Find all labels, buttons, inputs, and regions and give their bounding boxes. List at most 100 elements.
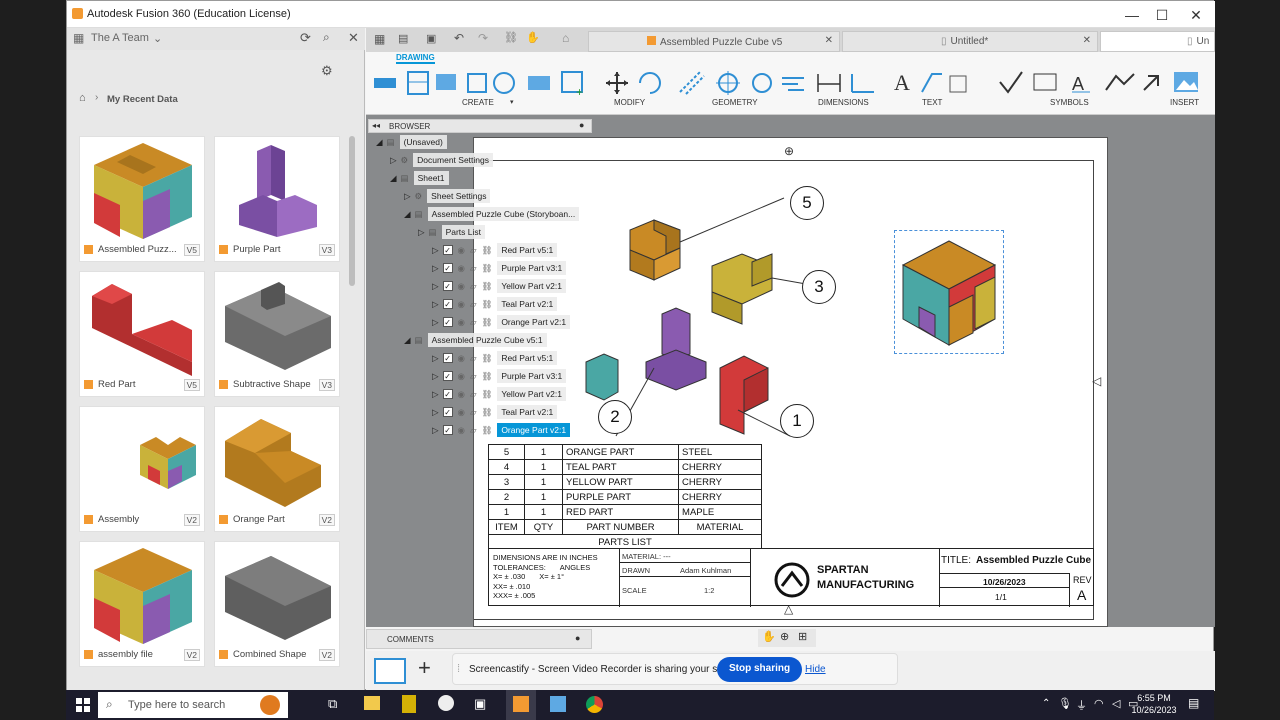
tile-red-part[interactable]: Red Part V5	[79, 271, 205, 397]
balloon-2[interactable]: 2	[598, 400, 632, 434]
eye-icon[interactable]: ◉	[458, 407, 465, 418]
create-tools-icons[interactable]: +	[372, 70, 592, 96]
sheet-thumbnail[interactable]	[374, 658, 406, 684]
windows-start-icon[interactable]	[76, 698, 90, 712]
browser-header[interactable]: ◂◂ BROWSER ●	[368, 119, 592, 133]
expand-triangle-icon[interactable]: ▷	[390, 155, 397, 166]
hand-icon[interactable]: ✋	[526, 31, 540, 44]
grid-icon[interactable]: ▦	[374, 32, 385, 46]
visibility-checkbox[interactable]: ✓	[442, 371, 453, 381]
eye-icon[interactable]: ◉	[458, 317, 465, 328]
expand-triangle-icon[interactable]: ◢	[376, 137, 383, 148]
create-menu[interactable]: CREATE	[462, 98, 494, 107]
geometry-menu[interactable]: GEOMETRY	[712, 98, 758, 107]
eye-icon[interactable]: ◉	[458, 389, 465, 400]
close-icon[interactable]: ✕	[825, 35, 833, 46]
stop-sharing-button[interactable]: Stop sharing	[717, 657, 803, 682]
geometry-icons[interactable]	[678, 70, 808, 96]
visibility-checkbox[interactable]: ✓	[442, 389, 453, 399]
team-selector[interactable]: The A Team	[91, 32, 149, 44]
table-row[interactable]: 3 1 YELLOW PART CHERRY	[488, 474, 762, 490]
close-icon[interactable]: ✕	[1083, 35, 1091, 46]
tile-assembly[interactable]: Assembly V2	[79, 406, 205, 532]
visibility-checkbox[interactable]: ✓	[442, 263, 453, 273]
eye-icon[interactable]: ◉	[458, 425, 465, 436]
eye-icon[interactable]: ◉	[458, 299, 465, 310]
visibility-checkbox[interactable]: ✓	[442, 245, 453, 255]
visibility-checkbox[interactable]: ✓	[442, 281, 453, 291]
search-icon[interactable]: ⌕	[323, 30, 330, 45]
refresh-icon[interactable]: ⟳	[300, 30, 311, 46]
breadcrumb[interactable]: My Recent Data	[107, 94, 178, 105]
workspace-tab-drawing[interactable]: DRAWING	[396, 53, 435, 64]
add-sheet-button[interactable]: +	[418, 655, 431, 681]
text-menu[interactable]: TEXT	[922, 98, 942, 107]
drawing-canvas[interactable]: ⊕ ◁ △ 5 3 2 1 5 1 ORANGE PART STEEL 4 1 …	[366, 115, 1215, 647]
tray-chevron-icon[interactable]: ⌃	[1042, 698, 1050, 709]
version-badge[interactable]: V5	[183, 379, 200, 391]
photos-icon[interactable]	[550, 696, 566, 712]
file-explorer-icon[interactable]	[364, 696, 380, 710]
expand-triangle-icon[interactable]: ▷	[432, 299, 439, 310]
expand-triangle-icon[interactable]: ▷	[432, 353, 439, 364]
visibility-checkbox[interactable]: ✓	[442, 299, 453, 309]
visibility-checkbox[interactable]: ✓	[442, 353, 453, 363]
eye-icon[interactable]: ◉	[458, 371, 465, 382]
expand-triangle-icon[interactable]: ▷	[432, 245, 439, 256]
undo-icon[interactable]: ↶	[454, 31, 464, 45]
taskbar-search[interactable]: ⌕ Type here to search	[98, 692, 288, 718]
tile-assembled-puzzle-cube[interactable]: Assembled Puzz... V5	[79, 136, 205, 262]
version-badge[interactable]: V5	[183, 244, 200, 256]
eye-icon[interactable]: ◉	[458, 281, 465, 292]
clock[interactable]: 6:55 PM 10/26/2023	[1128, 692, 1180, 716]
expand-triangle-icon[interactable]: ▷	[432, 371, 439, 382]
maximize-button[interactable]: ☐	[1149, 5, 1175, 25]
tile-assembly-file[interactable]: assembly file V2	[79, 541, 205, 667]
balloon-3[interactable]: 3	[802, 270, 836, 304]
parts-list-table[interactable]: 5 1 ORANGE PART STEEL 4 1 TEAL PART CHERRY 31Y…	[488, 444, 762, 550]
zoom-icon[interactable]: ⊕	[780, 630, 789, 643]
fusion-taskbar-button[interactable]	[506, 690, 536, 720]
image-icon[interactable]	[1172, 68, 1200, 96]
expand-triangle-icon[interactable]: ▷	[432, 425, 439, 436]
redo-icon[interactable]: ↷	[478, 31, 488, 45]
version-badge[interactable]: V2	[318, 514, 335, 526]
chevron-down-icon[interactable]: ⌄	[153, 32, 162, 45]
save-icon[interactable]: ▣	[426, 32, 436, 45]
browser-row[interactable]: ▷ ✓ ◉ ▱ ⛓ Orange Part v2:1	[432, 423, 571, 443]
insert-menu[interactable]: INSERT	[1170, 98, 1199, 107]
app-pro-icon[interactable]	[402, 695, 416, 713]
drag-handle-icon[interactable]: ⁞	[457, 663, 460, 675]
balloon-5[interactable]: 5	[790, 186, 824, 220]
expand-triangle-icon[interactable]: ▷	[432, 281, 439, 292]
link-icon[interactable]: ⛓	[504, 31, 518, 44]
app-icon[interactable]	[438, 695, 454, 711]
table-row[interactable]: 2 1 PURPLE PART CHERRY	[488, 489, 762, 505]
text-icons[interactable]: A	[892, 68, 972, 96]
cube-base-view[interactable]	[894, 230, 1004, 354]
volume-icon[interactable]: ◁	[1112, 697, 1120, 710]
fit-icon[interactable]: ⊞	[798, 630, 807, 643]
scrollbar[interactable]	[349, 136, 355, 286]
symbols-menu[interactable]: SYMBOLS	[1050, 98, 1089, 107]
browser-row[interactable]: ▷ ▤ Parts List	[418, 225, 486, 245]
version-badge[interactable]: V2	[183, 649, 200, 661]
chrome-icon[interactable]	[586, 696, 603, 713]
expand-triangle-icon[interactable]: ▷	[418, 227, 425, 238]
version-badge[interactable]: V3	[318, 244, 335, 256]
tile-subtractive-shape[interactable]: Subtractive Shape V3	[214, 271, 340, 397]
table-row[interactable]: 5 1 ORANGE PART STEEL	[488, 444, 762, 460]
visibility-checkbox[interactable]: ✓	[442, 407, 453, 417]
title-block[interactable]: DIMENSIONS ARE IN INCHES TOLERANCES: ANGL…	[488, 548, 1094, 607]
file-menu-icon[interactable]: ▤	[398, 32, 408, 45]
grid-icon[interactable]: ▦	[73, 31, 84, 45]
expand-triangle-icon[interactable]: ◢	[404, 209, 411, 220]
symbols-icons[interactable]: A	[998, 68, 1168, 96]
tab-assembled-puzzle-cube[interactable]: Assembled Puzzle Cube v5 ✕	[588, 31, 840, 52]
table-row[interactable]: 4 1 TEAL PART CHERRY	[488, 459, 762, 475]
move-rotate-icons[interactable]	[604, 70, 664, 96]
close-icon[interactable]: ✕	[348, 30, 359, 46]
pin-icon[interactable]: ●	[579, 120, 584, 130]
expand-triangle-icon[interactable]: ▷	[432, 407, 439, 418]
collapse-icon[interactable]: ◂◂	[372, 121, 380, 130]
